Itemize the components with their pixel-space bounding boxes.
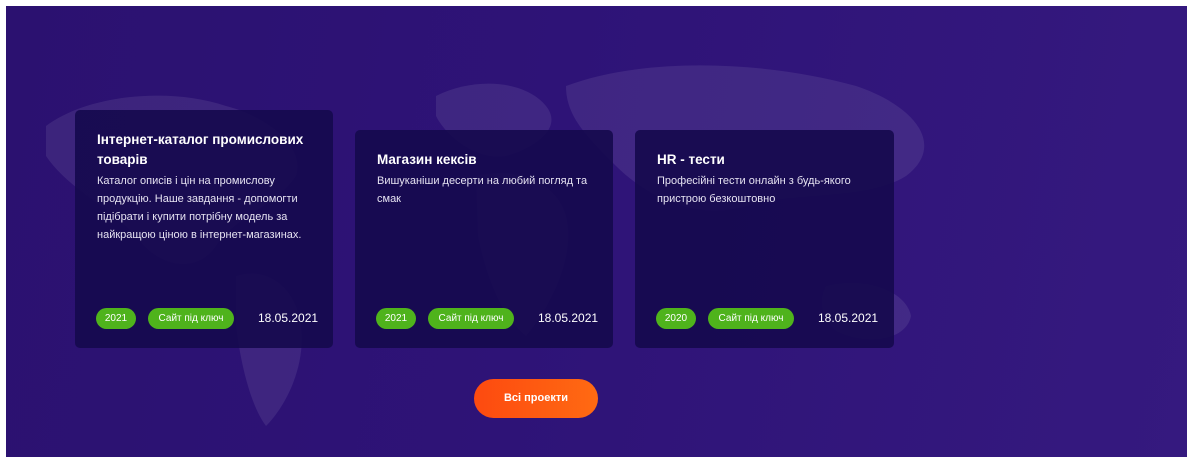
all-projects-button[interactable]: Всі проекти [474,379,598,418]
project-meta: 2020 Сайт під ключ 18.05.2021 [656,307,880,329]
project-card[interactable]: Магазин кексів Вишуканіши десерти на люб… [355,130,613,348]
description-line: найкращою ціною в інтернет-магазинах. [97,229,302,241]
project-card[interactable]: HR - тести Професійні тести онлайн з буд… [635,130,894,348]
type-tag[interactable]: Сайт під ключ [708,307,794,329]
project-title: Інтернет-каталог промислових товарів [97,130,311,170]
project-description: Професійні тести онлайн з будь-якого при… [657,172,872,208]
year-tag[interactable]: 2021 [96,307,136,329]
description-line: пристрою безкоштовно [657,193,776,205]
project-date: 18.05.2021 [258,311,319,325]
year-tag[interactable]: 2020 [656,307,696,329]
type-tag[interactable]: Сайт під ключ [148,307,234,329]
description-line: Вишуканіши десерти на любий погляд та [377,175,588,187]
project-date: 18.05.2021 [818,311,879,325]
project-title: HR - тести [657,150,872,170]
project-card[interactable]: Інтернет-каталог промислових товарів Кат… [75,110,333,348]
project-description: Вишуканіши десерти на любий погляд та см… [377,172,591,208]
type-tag[interactable]: Сайт під ключ [428,307,514,329]
description-line: Професійні тести онлайн з будь-якого [657,175,851,187]
project-title: Магазин кексів [377,150,591,170]
year-tag[interactable]: 2021 [376,307,416,329]
project-meta: 2021 Сайт під ключ 18.05.2021 [96,307,319,329]
project-meta: 2021 Сайт під ключ 18.05.2021 [376,307,599,329]
description-line: підібрати і купити потрібну модель за [97,211,288,223]
project-title-line: Магазин кексів [377,152,477,167]
project-title-line: HR - тести [657,152,725,167]
project-description: Каталог описів і цін на промислову проду… [97,172,311,244]
project-title-line: Інтернет-каталог промислових [97,132,304,147]
project-title-line: товарів [97,152,148,167]
projects-section: Інтернет-каталог промислових товарів Кат… [6,6,1187,457]
description-line: смак [377,193,401,205]
project-date: 18.05.2021 [538,311,599,325]
description-line: продукцію. Наше завдання - допомогти [97,193,298,205]
description-line: Каталог описів і цін на промислову [97,175,275,187]
